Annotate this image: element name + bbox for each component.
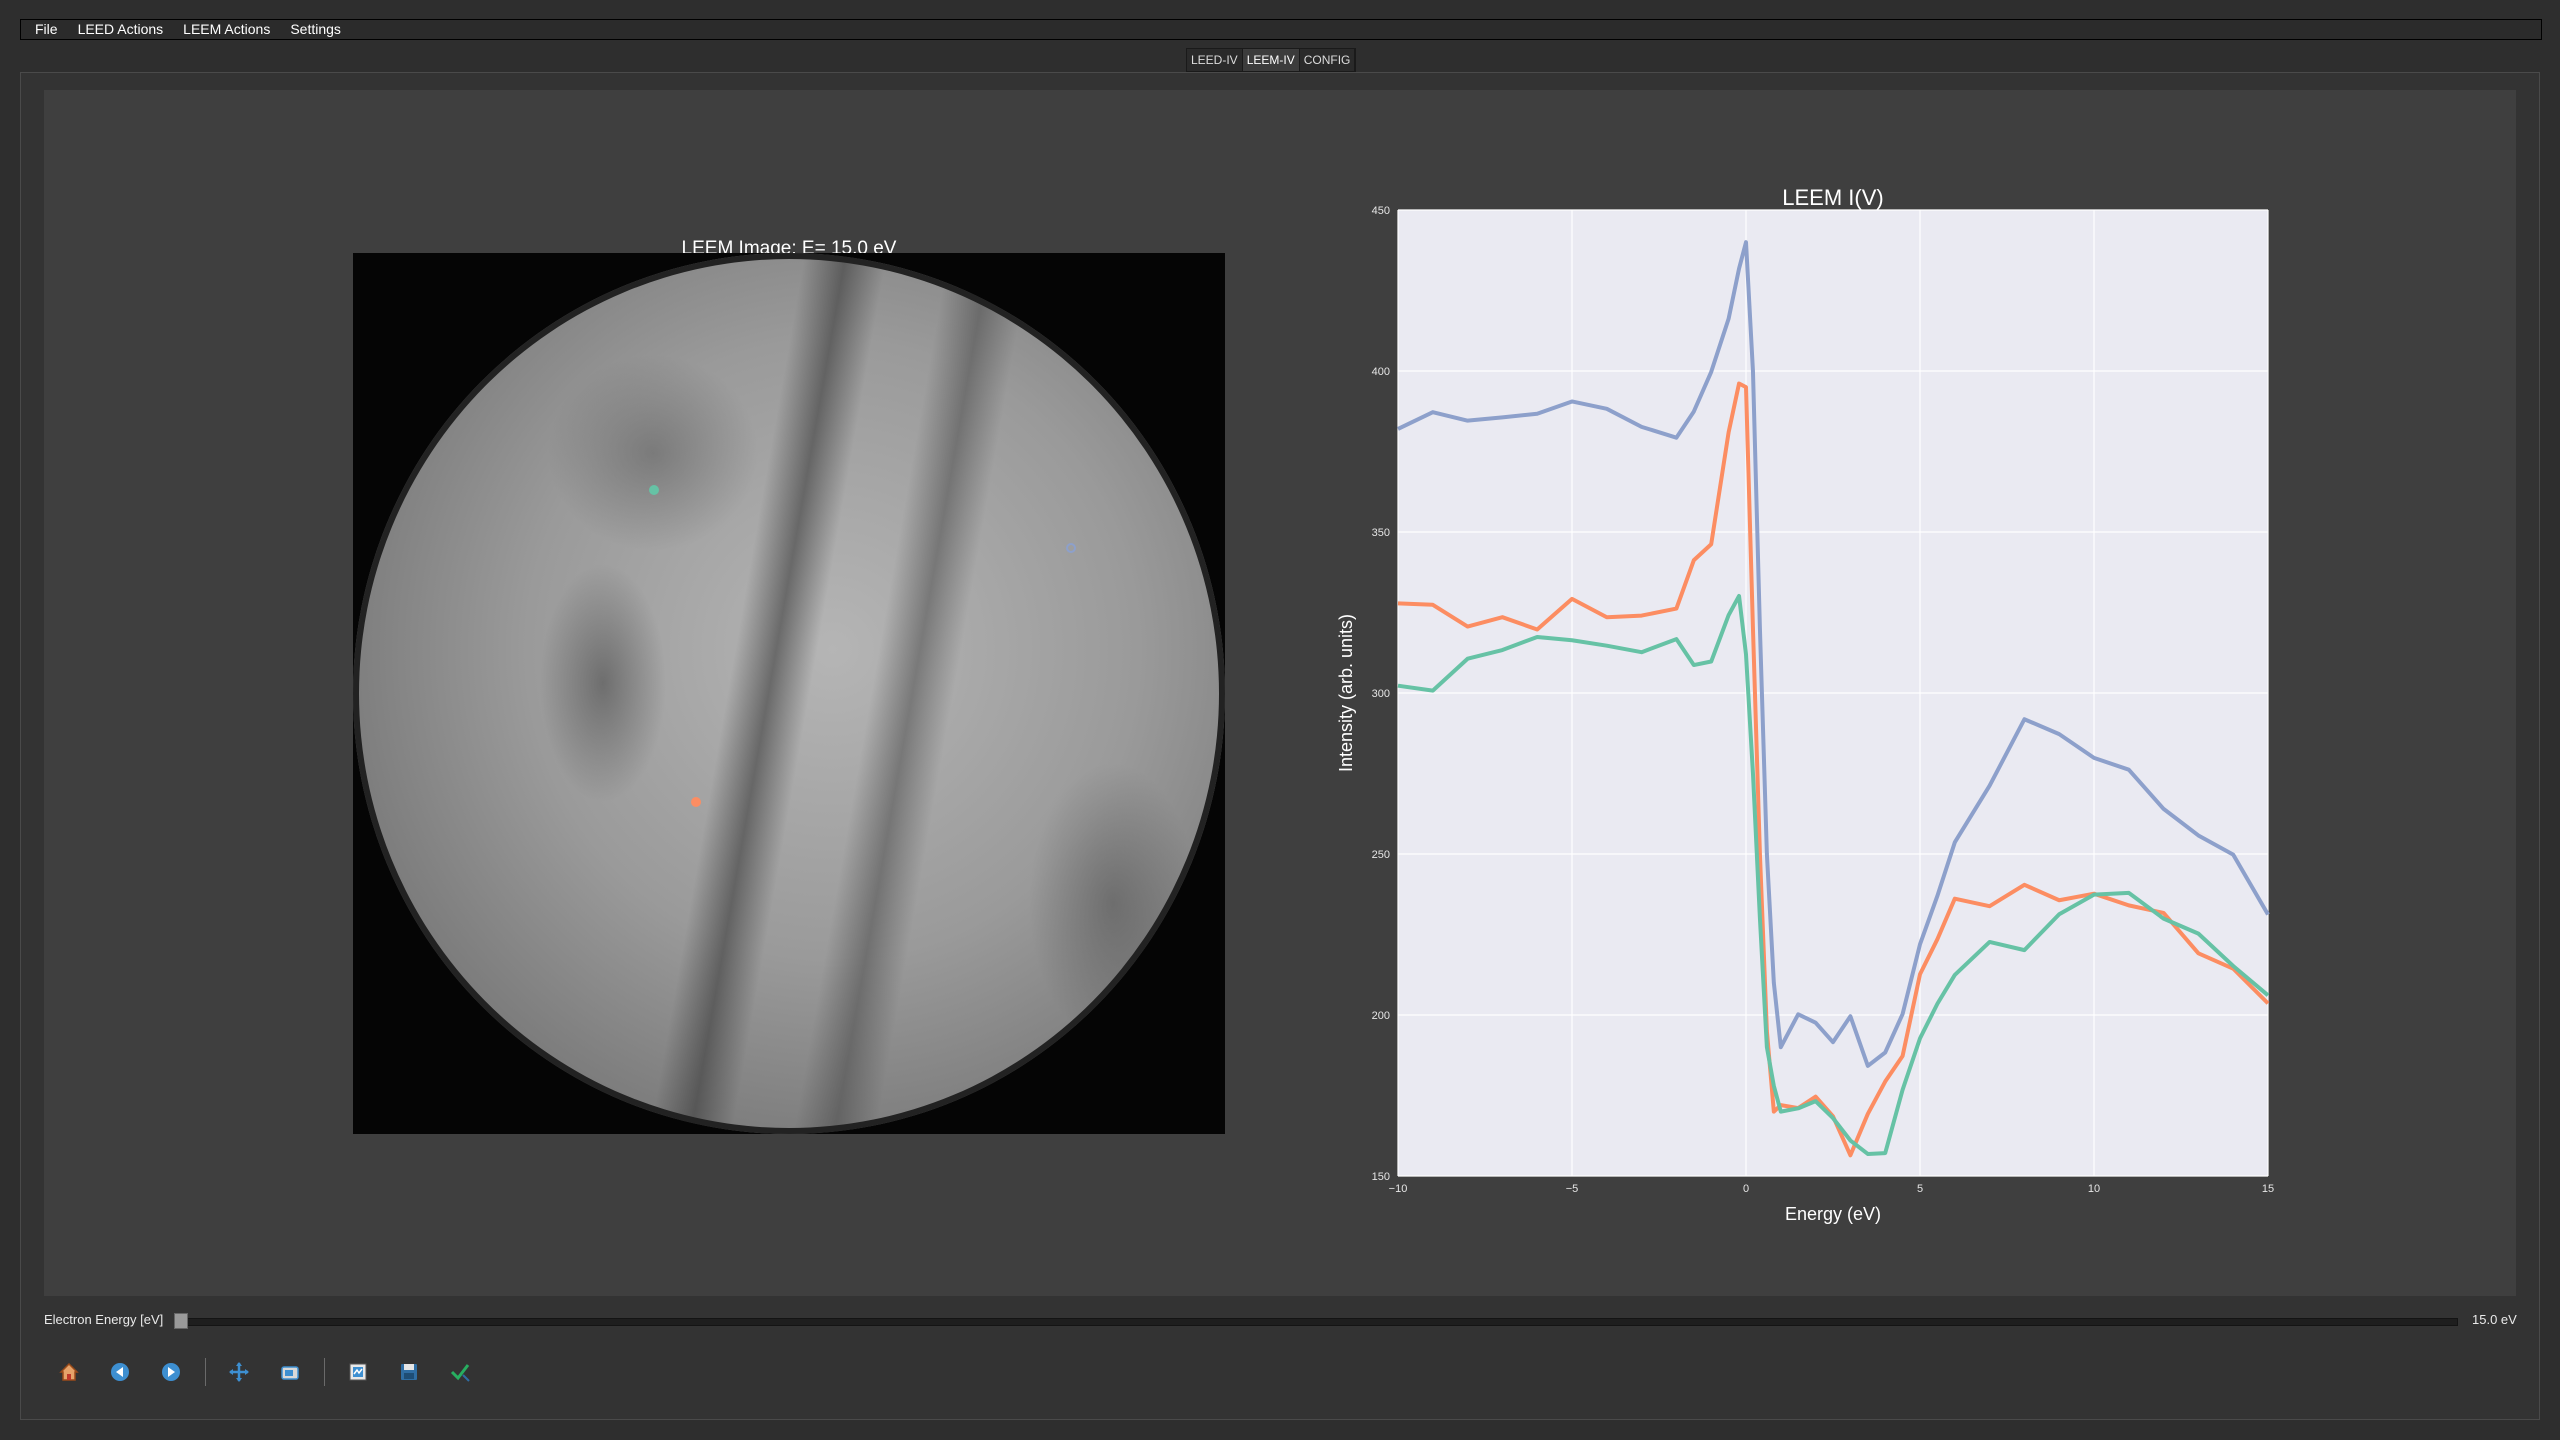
menu-leed-actions[interactable]: LEED Actions	[64, 20, 170, 39]
forward-arrow-icon	[162, 1363, 180, 1381]
pan-button[interactable]	[222, 1355, 256, 1389]
menu-leem-actions[interactable]: LEEM Actions	[169, 20, 276, 39]
plot-toolbar	[52, 1355, 494, 1389]
toolbar-separator	[205, 1358, 206, 1386]
x-tick-label: 0	[1743, 1183, 1749, 1195]
forward-button[interactable]	[154, 1355, 188, 1389]
y-tick-label: 300	[1372, 688, 1390, 700]
x-tick-label: −5	[1566, 1183, 1579, 1195]
menu-settings[interactable]: Settings	[276, 20, 347, 39]
save-button[interactable]	[392, 1355, 426, 1389]
back-button[interactable]	[103, 1355, 137, 1389]
home-icon	[59, 1362, 79, 1381]
tab-leed-iv[interactable]: LEED-IV	[1187, 49, 1243, 71]
y-tick-label: 250	[1372, 849, 1390, 861]
leem-image[interactable]	[353, 253, 1225, 1134]
x-tick-label: 15	[2262, 1183, 2274, 1195]
tab-leem-iv[interactable]: LEEM-IV	[1242, 49, 1300, 71]
y-axis-label: Intensity (arb. units)	[1336, 614, 1356, 772]
home-button[interactable]	[52, 1355, 86, 1389]
energy-slider[interactable]	[180, 1318, 2458, 1326]
save-icon	[401, 1364, 417, 1380]
y-tick-label: 200	[1372, 1010, 1390, 1022]
zoom-icon	[281, 1366, 299, 1380]
tab-config[interactable]: CONFIG	[1299, 49, 1356, 71]
tab-bar: LEED-IV LEEM-IV CONFIG	[1186, 48, 1357, 72]
x-tick-label: 10	[2088, 1183, 2100, 1195]
pan-icon	[229, 1362, 249, 1382]
y-tick-label: 450	[1372, 205, 1390, 217]
zoom-button[interactable]	[273, 1355, 307, 1389]
energy-value: 15.0 eV	[2472, 1312, 2517, 1327]
leem-image-disc	[353, 253, 1225, 1134]
blue-marker[interactable]	[1066, 543, 1076, 553]
energy-slider-handle[interactable]	[174, 1313, 188, 1329]
back-arrow-icon	[111, 1363, 129, 1381]
energy-label: Electron Energy [eV]	[44, 1312, 164, 1327]
chart-title: LEEM I(V)	[1782, 185, 1883, 210]
y-tick-label: 150	[1372, 1171, 1390, 1183]
configure-subplots-button[interactable]	[341, 1355, 375, 1389]
edit-check-icon	[450, 1364, 470, 1382]
menubar: File LEED Actions LEEM Actions Settings	[20, 19, 2542, 40]
menu-file[interactable]: File	[21, 20, 64, 39]
x-axis-label: Energy (eV)	[1785, 1204, 1881, 1224]
y-tick-label: 350	[1372, 527, 1390, 539]
x-tick-label: −10	[1389, 1183, 1408, 1195]
x-tick-label: 5	[1917, 1183, 1923, 1195]
green-marker[interactable]	[649, 485, 659, 495]
edit-button[interactable]	[443, 1355, 477, 1389]
y-tick-label: 400	[1372, 366, 1390, 378]
iv-chart[interactable]: −10 −5 0 5 10 15 150 200 250 300 350 400 450 LEEM I(V…	[1328, 180, 2288, 1240]
orange-marker[interactable]	[691, 797, 701, 807]
toolbar-separator-2	[324, 1358, 325, 1386]
configure-subplots-icon	[349, 1363, 367, 1381]
